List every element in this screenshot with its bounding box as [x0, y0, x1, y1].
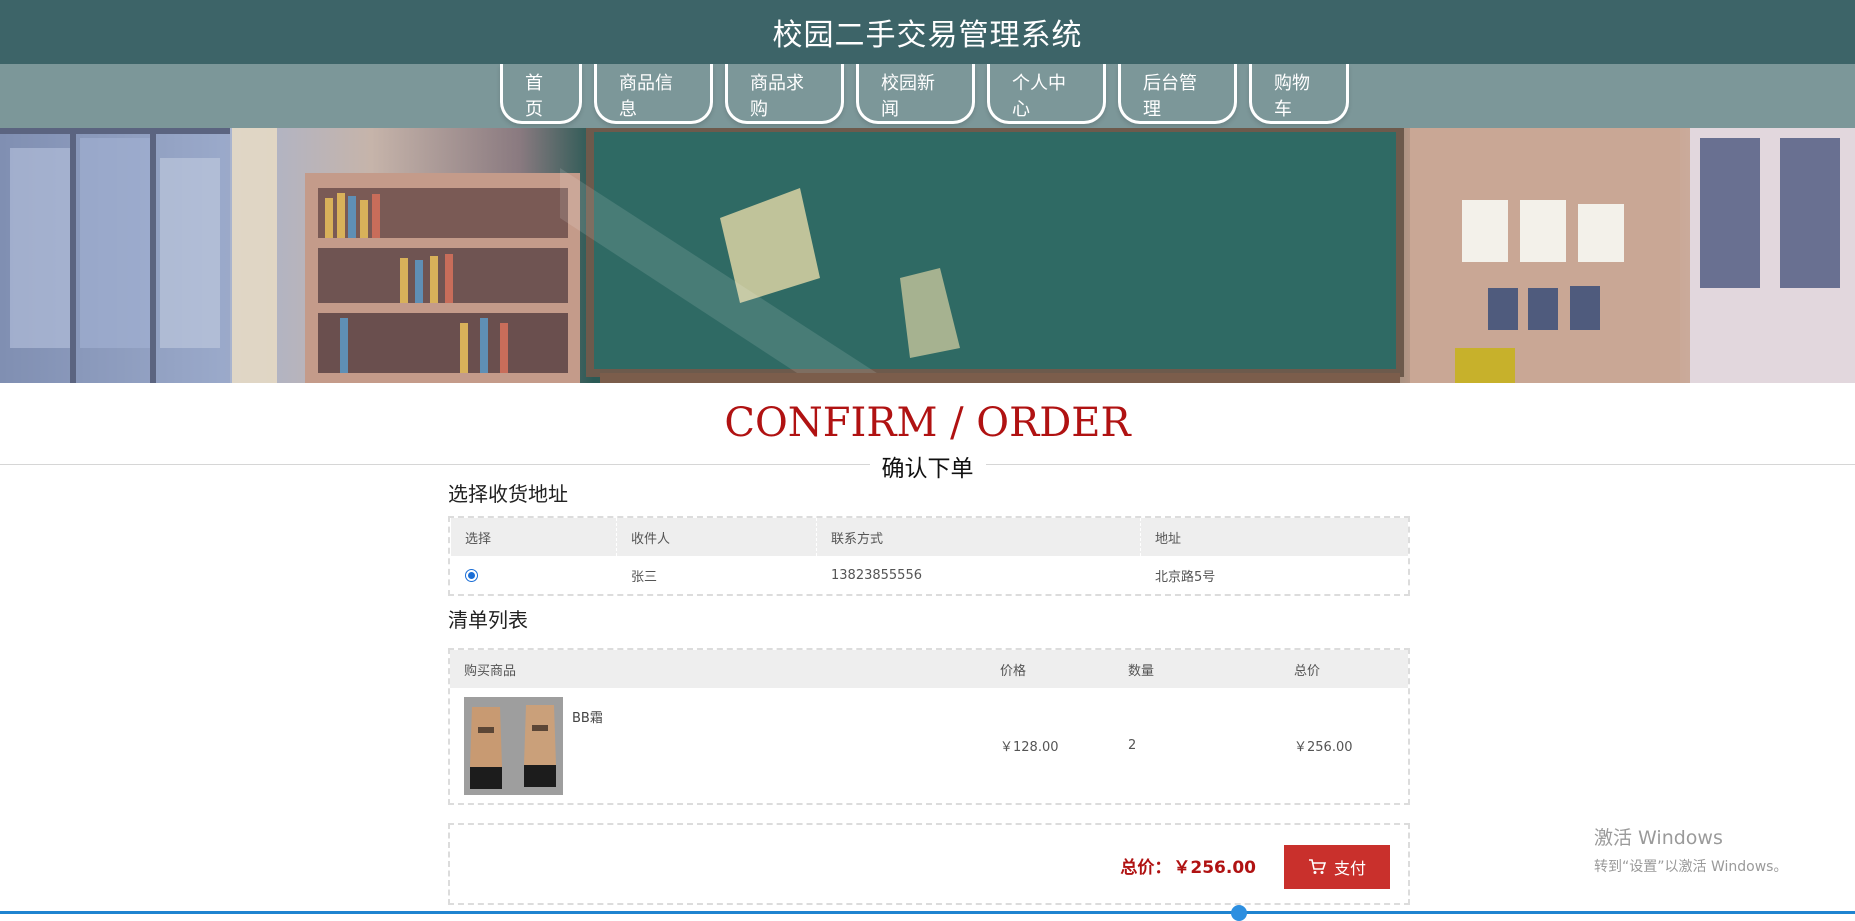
pay-button-label: 支付 [1333, 859, 1366, 878]
product-image[interactable] [464, 697, 563, 795]
order-list-table: 购买商品 价格 数量 总价 BB霜 ￥128.00 2 ￥256.00 [450, 650, 1408, 803]
phone-cell: 13823855556 [816, 556, 1141, 594]
table-row: BB霜 ￥128.00 2 ￥256.00 [450, 688, 1408, 803]
row-total-cell: ￥256.00 [1294, 740, 1353, 755]
recipient-cell: 张三 [616, 556, 817, 594]
address-select-cell [450, 556, 617, 594]
main-nav: 首页 商品信息 商品求购 校园新闻 个人中心 后台管理 购物车 [0, 64, 1855, 128]
column-header: 购买商品 [464, 663, 517, 679]
nav-item-personal-center[interactable]: 个人中心 [987, 64, 1106, 124]
cart-icon [1308, 859, 1326, 874]
table-row[interactable]: 张三 13823855556 北京路5号 [450, 556, 1408, 594]
column-header: 收件人 [616, 518, 817, 556]
list-section-title: 清单列表 [448, 608, 528, 632]
site-title: 校园二手交易管理系统 [772, 18, 1083, 53]
column-header: 价格 [1000, 663, 1027, 679]
nav-item-campus-news[interactable]: 校园新闻 [856, 64, 975, 124]
pay-button[interactable]: 支付 [1284, 845, 1390, 889]
list-table-box: 购买商品 价格 数量 总价 BB霜 ￥128.00 2 ￥256.00 [448, 648, 1410, 805]
watermark-line-1: 激活 Windows [1594, 827, 1723, 849]
scroll-handle[interactable] [1231, 905, 1247, 921]
classroom-illustration [0, 128, 1855, 383]
nav-item-admin[interactable]: 后台管理 [1118, 64, 1237, 124]
total-label: 总价： [1120, 858, 1172, 878]
column-header: 选择 [450, 518, 617, 556]
nav-item-goods-wanted[interactable]: 商品求购 [725, 64, 844, 124]
total-price: 总价： ￥256.00 [1120, 853, 1256, 878]
nav-item-cart[interactable]: 购物车 [1249, 64, 1349, 124]
total-value: ￥256.00 [1173, 858, 1256, 878]
nav-item-home[interactable]: 首页 [500, 64, 582, 124]
watermark-line-2: 转到“设置”以激活 Windows。 [1594, 859, 1788, 875]
column-header: 总价 [1294, 663, 1321, 679]
nav-item-goods-info[interactable]: 商品信息 [594, 64, 713, 124]
address-section-title: 选择收货地址 [448, 482, 568, 506]
quantity-cell: 2 [1128, 738, 1137, 753]
windows-activation-watermark: 激活 Windows 转到“设置”以激活 Windows。 [1594, 823, 1787, 876]
address-cell: 北京路5号 [1140, 556, 1408, 594]
banner-image [0, 128, 1855, 383]
order-summary: 总价： ￥256.00 支付 [448, 823, 1410, 905]
section-title-en: CONFIRM / ORDER [724, 400, 1131, 446]
list-table-header: 购买商品 价格 数量 总价 [450, 650, 1408, 688]
column-header: 联系方式 [816, 518, 1141, 556]
product-name[interactable]: BB霜 [572, 707, 603, 726]
address-table: 选择 收件人 联系方式 地址 张三 13823855556 北京路5号 [450, 518, 1408, 594]
goods-cell: BB霜 [450, 688, 986, 803]
site-header: 校园二手交易管理系统 [0, 0, 1855, 64]
address-table-header: 选择 收件人 联系方式 地址 [450, 518, 1408, 556]
order-content: 选择收货地址 选择 收件人 联系方式 地址 张三 13823855556 北京路… [448, 478, 1410, 905]
price-cell: ￥128.00 [1000, 740, 1059, 755]
address-radio[interactable] [465, 568, 478, 582]
column-header: 地址 [1140, 518, 1408, 556]
address-table-box: 选择 收件人 联系方式 地址 张三 13823855556 北京路5号 [448, 516, 1410, 596]
column-header: 数量 [1128, 663, 1155, 679]
